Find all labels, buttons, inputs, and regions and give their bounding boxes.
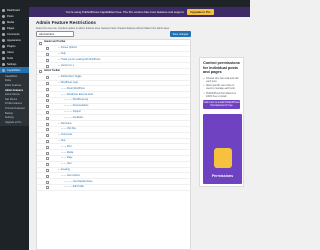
sidebar-item-label: Dashboard [7, 8, 20, 12]
feature-label: — Greeting [58, 168, 70, 171]
feature-checkbox[interactable] [46, 116, 49, 120]
feature-label: — Version 6.x.x [58, 64, 75, 67]
sidebar-item-label: Users [7, 50, 14, 54]
feature-label: — — About WordPress [61, 87, 85, 90]
feature-label: — — — Edit Profile [64, 186, 84, 189]
feature-checkbox[interactable] [46, 163, 49, 167]
sidebar-item-label: Settings [7, 62, 17, 66]
feature-checkbox[interactable] [46, 105, 49, 109]
appearance-icon [2, 38, 5, 42]
logo-shape-icon [213, 148, 232, 168]
permissions-logo: Permissions [203, 114, 242, 184]
promo-sidebar: Control permissions for individual posts… [199, 57, 244, 187]
sidebar-item-label: Plugins [7, 44, 16, 48]
media-icon [2, 20, 5, 24]
feature-label: — — — Support [64, 110, 81, 113]
promo-list-item: Allow specific user roles or users to ma… [203, 84, 240, 90]
main-content: Admin Feature Restrictions Select the us… [29, 17, 250, 250]
feature-label: — — Post [61, 145, 72, 148]
feature-label: — Thank you for creating with WordPress [58, 58, 101, 61]
feature-label: — — User Actions [61, 174, 80, 177]
pages-icon [2, 26, 5, 30]
admin-toolbar [0, 0, 250, 7]
capabilities-submenu: Capabilities Roles Editor Features Admin Fe… [0, 73, 29, 126]
feature-checkbox[interactable] [46, 58, 49, 62]
feature-label: — WordPress Logo [58, 81, 79, 84]
users-icon [2, 50, 5, 54]
page-title: Admin Feature Restrictions [36, 20, 96, 25]
comments-icon [2, 32, 5, 36]
feature-checkbox[interactable] [46, 53, 49, 57]
sidebar-item-label: Media [7, 20, 15, 24]
settings-icon [2, 62, 5, 66]
feature-label: — Comments [58, 134, 73, 137]
promo-title: Control permissions for individual posts… [203, 61, 240, 75]
features-panel: Header and Toolbar — Screen Options — Help… [36, 39, 191, 250]
save-button[interactable]: Save changes [170, 31, 191, 37]
feature-checkbox[interactable] [46, 169, 49, 173]
feature-checkbox[interactable] [46, 122, 49, 126]
feature-label: — Site Name [58, 122, 72, 125]
submenu-item-upgrade-to-pro[interactable]: Upgrade to Pro [0, 120, 29, 125]
feature-label: — New [58, 139, 66, 142]
feature-checkbox[interactable] [46, 87, 49, 91]
feature-checkbox[interactable] [46, 180, 49, 184]
feature-checkbox[interactable] [46, 151, 49, 155]
feature-label: — — WordPress External Links [61, 93, 94, 96]
feature-checkbox[interactable] [46, 186, 49, 190]
feature-checkbox[interactable] [39, 41, 42, 45]
notice-text: You're using PublishPress Capabilities F… [65, 10, 185, 14]
feature-checkbox[interactable] [46, 111, 49, 115]
promo-list-item: Choose who can read and edit each post. [203, 77, 240, 83]
logo-text: Permissions [211, 174, 234, 178]
feature-checkbox[interactable] [46, 128, 49, 132]
upgrade-button[interactable]: Upgrade to Pro [187, 9, 214, 15]
page-description: Select the user role, checked options to… [36, 27, 170, 30]
feature-checkbox[interactable] [46, 47, 49, 51]
feature-checkbox[interactable] [46, 145, 49, 149]
role-select[interactable]: Administrator [36, 31, 74, 37]
feature-checkbox[interactable] [46, 82, 49, 86]
feature-checkbox[interactable] [46, 76, 49, 80]
promo-list-item: PublishPress Permissions is 100% free to… [203, 92, 240, 98]
sidebar-item-label: Tools [7, 56, 14, 60]
feature-checkbox[interactable] [46, 174, 49, 178]
feature-label: Admin Toolbar [44, 70, 61, 73]
feature-label: — — Visit Site [61, 128, 76, 131]
feature-checkbox[interactable] [46, 93, 49, 97]
promo-install-button[interactable]: Click here to install PublishPress Permi… [203, 99, 240, 109]
feature-label: — — — Feedback [64, 116, 83, 119]
admin-sidebar: Dashboard Posts Media Pages Comments Appearan… [0, 7, 29, 250]
feature-checkbox[interactable] [39, 70, 42, 74]
feature-label: — Mobile Menu Toggle [58, 76, 82, 79]
feature-label: — — — User Display Name [64, 180, 93, 183]
feature-checkbox[interactable] [46, 99, 49, 103]
tools-icon [2, 56, 5, 60]
feature-label: — — — Documentation [64, 105, 89, 108]
sidebar-item-label: Appearance [7, 38, 21, 42]
plugins-icon [2, 44, 5, 48]
capabilities-icon [2, 68, 5, 72]
feature-label: — Screen Options [58, 47, 77, 50]
feature-label: — — Page [61, 157, 73, 160]
sidebar-item-label: Comments [7, 32, 20, 36]
upgrade-notice: You're using PublishPress Capabilities F… [29, 7, 250, 17]
feature-checkbox[interactable] [46, 134, 49, 138]
feature-label: — — — WordPress.org [64, 99, 89, 102]
sidebar-item-label: Posts [7, 14, 14, 18]
feature-checkbox[interactable] [46, 64, 49, 68]
feature-checkbox[interactable] [46, 157, 49, 161]
sidebar-item-label: Pages [7, 26, 15, 30]
feature-label: — Help [58, 52, 66, 55]
sidebar-item-label: Capabilities [7, 68, 21, 72]
posts-icon [2, 14, 5, 18]
feature-label: — — User [61, 163, 72, 166]
dashboard-icon [2, 8, 5, 12]
feature-label: — — Media [61, 151, 74, 154]
feature-row: — — — Edit Profile [37, 185, 190, 191]
feature-checkbox[interactable] [46, 140, 49, 144]
feature-label: Header and Toolbar [44, 41, 66, 44]
